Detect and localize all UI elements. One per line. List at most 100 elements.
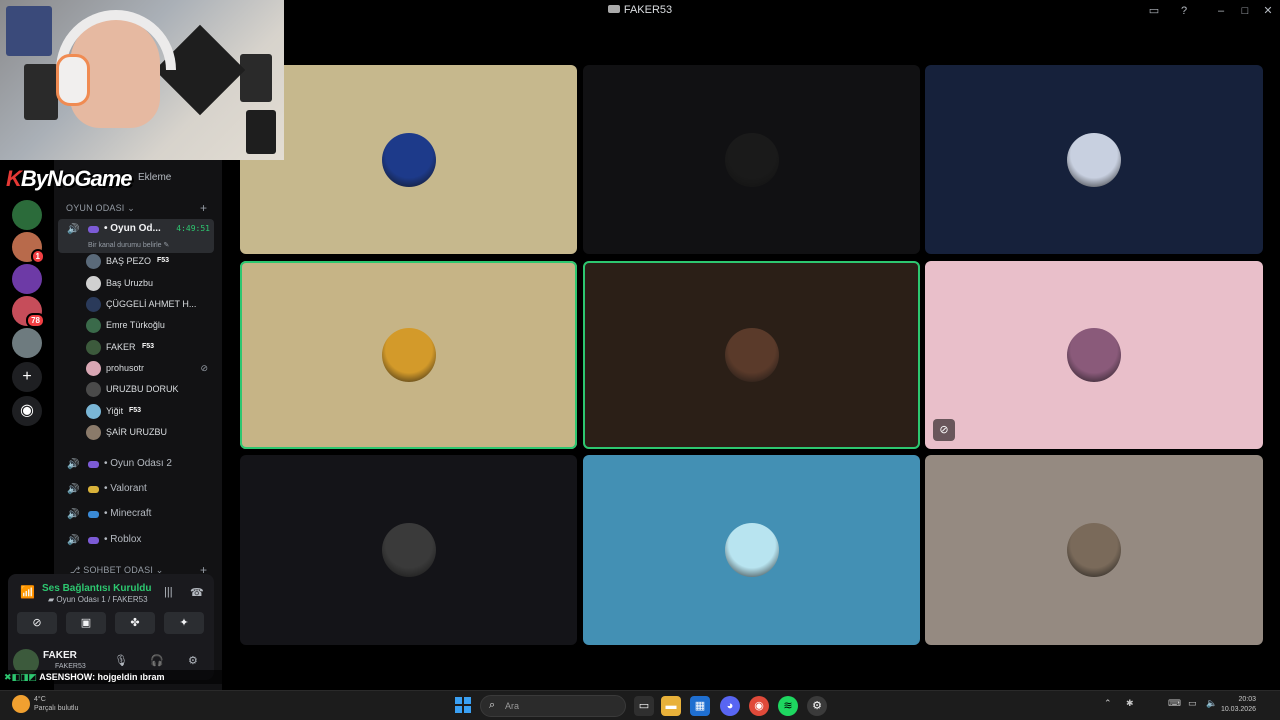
- add-channel-icon[interactable]: +: [200, 201, 207, 215]
- wall-poster: [24, 64, 58, 120]
- user-tag: FAKER53: [55, 663, 86, 670]
- voice-channel[interactable]: 🔊 • Valorant: [58, 479, 214, 501]
- voice-member[interactable]: BAŞ PEZO F53: [86, 253, 214, 271]
- window-icon: [607, 5, 620, 13]
- weather-widget[interactable]: 4°C Parçalı bulutlu: [34, 695, 78, 713]
- server-icon-1[interactable]: [12, 200, 42, 230]
- participant-tile[interactable]: [240, 455, 577, 645]
- voice-channel[interactable]: 🔊 • Minecraft: [58, 504, 214, 526]
- mention-badge: 78: [26, 313, 45, 328]
- member-avatar: [86, 318, 101, 333]
- taskbar-search[interactable]: ⌕ Ara: [480, 695, 626, 717]
- taskbar-clock[interactable]: 20:03 10.03.2026: [1221, 695, 1256, 715]
- participant-avatar: [724, 328, 779, 382]
- soundboard-button[interactable]: ✦: [164, 612, 204, 634]
- member-name: ŞAİR URUZBU: [106, 427, 168, 437]
- channel-icon: [88, 511, 99, 518]
- signal-icon: 📶: [20, 585, 35, 599]
- channel-name: • Oyun Od...: [104, 223, 161, 234]
- keyboard-icon[interactable]: ⌨: [1168, 698, 1181, 709]
- participant-tile[interactable]: [925, 65, 1263, 254]
- channel-icon: [88, 537, 99, 544]
- member-name: Yiğit: [106, 406, 124, 416]
- participant-tile[interactable]: [583, 455, 920, 645]
- member-name: prohusotr: [106, 363, 145, 373]
- start-icon[interactable]: [455, 697, 471, 713]
- participant-avatar: [724, 132, 779, 187]
- participant-avatar: [381, 132, 436, 187]
- active-voice-channel[interactable]: 🔊 • Oyun Od... 4:49:51 Bir kanal durumu …: [58, 219, 214, 253]
- member-avatar: [86, 361, 101, 376]
- maximize-icon[interactable]: □: [1237, 3, 1253, 19]
- channel-icon: [88, 486, 99, 493]
- microphone-icon[interactable]: 🎙: [114, 654, 128, 667]
- file-explorer-icon[interactable]: ▬: [661, 696, 681, 716]
- minimize-icon[interactable]: –: [1213, 3, 1229, 19]
- volume-icon[interactable]: 🔈: [1206, 698, 1217, 709]
- channel-name: • Oyun Odası 2: [104, 458, 172, 469]
- task-view-icon[interactable]: ▭: [634, 696, 654, 716]
- voice-member[interactable]: FAKER F53: [86, 339, 214, 357]
- server-icon-3[interactable]: [12, 264, 42, 294]
- steam-icon[interactable]: ⚙: [807, 696, 827, 716]
- close-icon[interactable]: ✕: [1260, 3, 1276, 19]
- member-name: ÇÜGGELİ AHMET H...: [106, 299, 197, 309]
- participant-tile[interactable]: [240, 261, 577, 449]
- store-icon[interactable]: ▦: [690, 696, 710, 716]
- participant-tile[interactable]: ⊘: [925, 261, 1263, 449]
- member-name: FAKER: [106, 342, 136, 352]
- voice-member[interactable]: prohusotr ⊘: [86, 360, 214, 378]
- spotify-icon[interactable]: ≋: [778, 696, 798, 716]
- tray-app-icon[interactable]: ✱: [1126, 698, 1134, 709]
- settings-icon[interactable]: ⚙: [188, 654, 198, 667]
- wall-poster: [246, 110, 276, 154]
- help-icon[interactable]: ?: [1176, 3, 1192, 19]
- voice-member[interactable]: Baş Uruzbu: [86, 275, 214, 293]
- participant-tile[interactable]: [240, 65, 577, 254]
- discord-icon[interactable]: ◕: [720, 696, 740, 716]
- member-tag: F53: [142, 343, 155, 350]
- voice-member[interactable]: Emre Türkoğlu: [86, 317, 214, 335]
- discover-icon[interactable]: ◉: [12, 396, 42, 426]
- camera-off-button[interactable]: ⊘: [17, 612, 57, 634]
- participant-tile[interactable]: [583, 65, 920, 254]
- participant-avatar: [724, 523, 779, 577]
- member-name: Emre Türkoğlu: [106, 320, 165, 330]
- voice-member[interactable]: ÇÜGGELİ AHMET H...: [86, 296, 214, 314]
- connection-status[interactable]: Ses Bağlantısı Kuruldu: [42, 583, 151, 594]
- voice-channel[interactable]: 🔊 • Oyun Odası 2: [58, 454, 214, 476]
- channel-status[interactable]: Bir kanal durumu belirle ✎: [88, 241, 169, 249]
- wall-poster: [240, 54, 272, 102]
- server-icon-4[interactable]: 78: [12, 296, 45, 328]
- streamer-webcam: [0, 0, 284, 160]
- noise-suppression-icon[interactable]: |||: [164, 586, 173, 598]
- voice-channel[interactable]: 🔊 • Roblox: [58, 530, 214, 552]
- disconnect-icon[interactable]: ☎: [190, 586, 204, 599]
- member-name: Baş Uruzbu: [106, 278, 154, 288]
- speaker-icon: 🔊: [67, 484, 80, 495]
- member-avatar: [86, 254, 101, 269]
- channel-name: • Roblox: [104, 534, 142, 545]
- connection-location[interactable]: ▰ Oyun Odası 1 / FAKER53: [48, 595, 148, 604]
- voice-member[interactable]: Yiğit F53: [86, 403, 214, 421]
- server-icon-5[interactable]: [12, 328, 42, 358]
- weather-icon[interactable]: [12, 695, 30, 713]
- gamepad-icon: [88, 226, 99, 233]
- chrome-icon[interactable]: ◉: [749, 696, 769, 716]
- speaker-icon: 🔊: [67, 509, 80, 520]
- tray-chevron-icon[interactable]: ⌃: [1104, 698, 1112, 709]
- inbox-icon[interactable]: ▭: [1146, 3, 1162, 19]
- voice-member[interactable]: URUZBU DORUK: [86, 381, 214, 399]
- network-icon[interactable]: ▭: [1188, 698, 1197, 709]
- voice-category[interactable]: OYUN ODASI ⌄: [66, 203, 135, 214]
- voice-member[interactable]: ŞAİR URUZBU: [86, 424, 214, 442]
- screen-share-button[interactable]: ▣: [66, 612, 106, 634]
- member-avatar: [86, 276, 101, 291]
- activities-button[interactable]: ✤: [115, 612, 155, 634]
- headset-icon[interactable]: 🎧: [150, 654, 164, 667]
- add-server-icon[interactable]: +: [12, 362, 42, 392]
- member-avatar: [86, 404, 101, 419]
- participant-tile[interactable]: [925, 455, 1263, 645]
- server-icon-2[interactable]: 1: [12, 232, 45, 264]
- participant-tile[interactable]: [583, 261, 920, 449]
